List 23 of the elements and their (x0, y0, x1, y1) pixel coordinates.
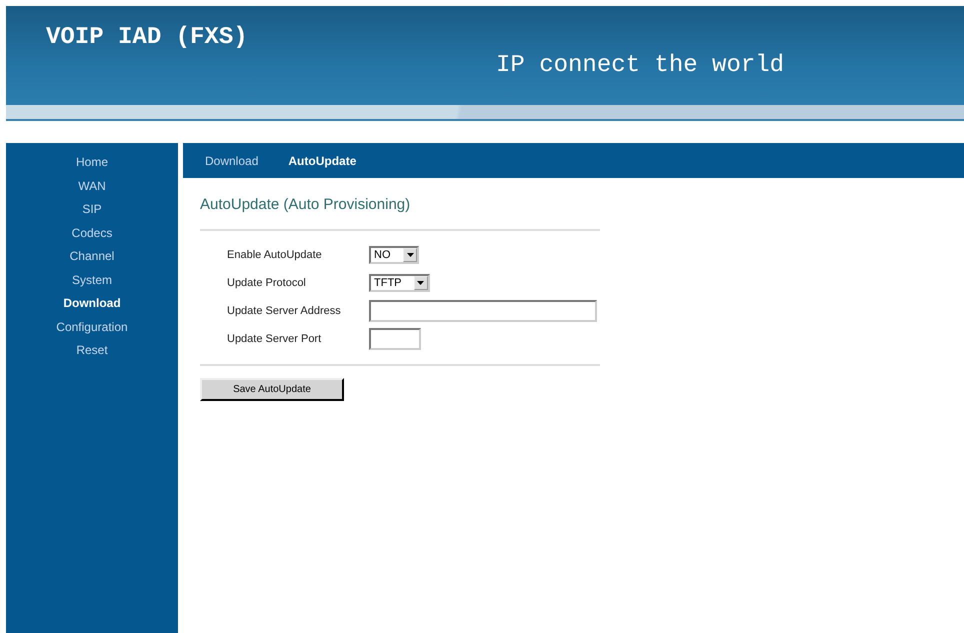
select-field[interactable]: NO (369, 246, 419, 264)
nav-link[interactable]: SIP (82, 198, 102, 222)
input-field[interactable] (369, 328, 421, 350)
nav-link[interactable]: Home (76, 151, 108, 174)
tab[interactable]: Download (205, 154, 258, 168)
field-label: Update Server Address (227, 304, 342, 316)
nav-link[interactable]: Configuration (56, 316, 128, 339)
product-title: VOIP IAD (FXS) (46, 24, 248, 51)
nav-link[interactable]: Codecs (72, 222, 112, 245)
nav-link[interactable]: Reset (76, 339, 108, 362)
nav-link[interactable]: Channel (70, 245, 114, 268)
nav-link[interactable]: System (72, 268, 112, 292)
tab[interactable]: AutoUpdate (288, 154, 356, 168)
slogan: IP connect the world (496, 52, 784, 79)
nav-link[interactable]: WAN (78, 174, 106, 198)
field-label: Update Server Port (227, 332, 322, 344)
field-label: Enable AutoUpdate (227, 248, 323, 260)
input-field[interactable] (369, 300, 597, 322)
save-button[interactable]: Save AutoUpdate (200, 378, 344, 401)
field-label: Update Protocol (227, 276, 307, 288)
nav-link[interactable]: Download (63, 292, 121, 316)
select-field[interactable]: TFTP (369, 274, 430, 292)
page-heading: AutoUpdate (Auto Provisioning) (200, 196, 412, 213)
